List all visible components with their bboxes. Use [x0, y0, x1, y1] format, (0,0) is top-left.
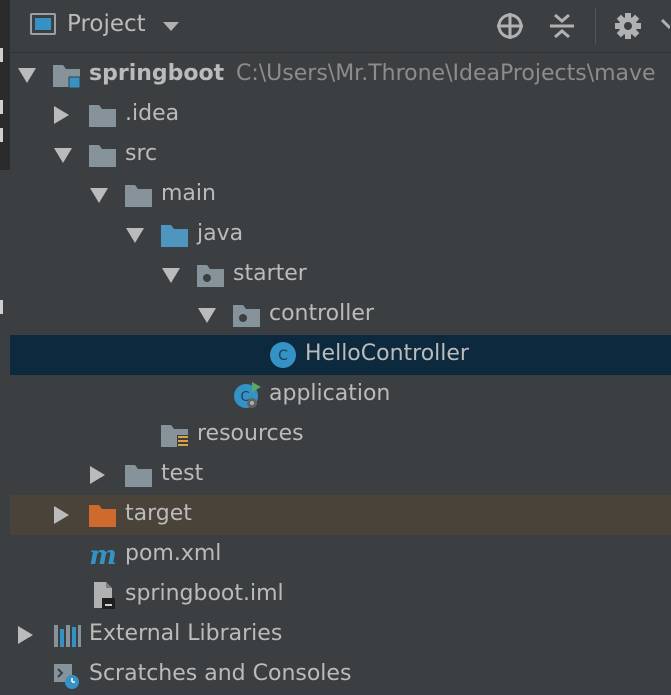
tree-row-test[interactable]: test	[10, 455, 671, 495]
expand-arrow-icon[interactable]	[54, 506, 69, 524]
svg-text:m: m	[89, 541, 117, 569]
tree-row-controller[interactable]: controller	[10, 295, 671, 335]
left-tool-strip	[0, 0, 10, 687]
tree-label-idea: .idea	[125, 101, 180, 126]
package-icon	[232, 301, 262, 329]
tree-label-resources: resources	[197, 421, 304, 446]
folder-icon	[124, 461, 154, 489]
tree-row-springboot[interactable]: springboot C:\Users\Mr.Throne\IdeaProjec…	[10, 55, 671, 95]
source-folder-icon	[160, 221, 190, 249]
left-strip-marker	[0, 300, 3, 314]
dropdown-caret-icon[interactable]	[163, 22, 179, 31]
tree-label-scratches: Scratches and Consoles	[89, 661, 352, 686]
project-path: C:\Users\Mr.Throne\IdeaProjects\mave	[236, 61, 656, 86]
tree-label-target: target	[125, 501, 192, 526]
tree-row-starter[interactable]: starter	[10, 255, 671, 295]
tree-label-controller: controller	[269, 301, 374, 326]
iml-file-icon	[90, 581, 120, 609]
left-strip-marker	[0, 100, 3, 114]
svg-text:C: C	[278, 348, 288, 364]
tree-row-src[interactable]: src	[10, 135, 671, 175]
tree-label-application: application	[269, 381, 391, 406]
spring-boot-class-icon: C	[232, 381, 262, 409]
excluded-folder-icon	[88, 501, 118, 529]
project-tree: springboot C:\Users\Mr.Throne\IdeaProjec…	[10, 55, 671, 695]
tree-row-iml[interactable]: springboot.iml	[10, 575, 671, 615]
tree-label-test: test	[161, 461, 204, 486]
toolbar-separator	[595, 8, 596, 44]
library-icon	[52, 621, 82, 649]
tree-label-main: main	[161, 181, 216, 206]
maven-icon: m	[88, 541, 118, 571]
tree-label-hellocontroller: HelloController	[305, 341, 469, 366]
package-icon	[196, 261, 226, 289]
expand-arrow-icon[interactable]	[162, 268, 180, 283]
expand-arrow-icon[interactable]	[18, 68, 36, 83]
tree-label-src: src	[125, 141, 158, 166]
settings-gear-icon[interactable]	[612, 10, 644, 42]
module-folder-icon	[52, 61, 82, 89]
folder-icon	[124, 181, 154, 209]
tree-label-pom: pom.xml	[125, 541, 222, 566]
left-strip-marker	[0, 128, 3, 142]
project-toolbar: Project	[10, 0, 671, 53]
tree-row-pom[interactable]: m pom.xml	[10, 535, 671, 575]
expand-arrow-icon[interactable]	[90, 188, 108, 203]
tree-row-external-libraries[interactable]: External Libraries	[10, 615, 671, 655]
left-strip-panel	[0, 0, 10, 170]
scratches-icon	[52, 661, 82, 689]
tree-label-java: java	[197, 221, 244, 246]
locate-icon[interactable]	[494, 10, 526, 42]
tree-label-springboot: springboot	[89, 61, 225, 86]
toolbar-overflow	[660, 10, 670, 42]
collapse-all-icon[interactable]	[546, 10, 578, 42]
folder-icon	[88, 101, 118, 129]
tree-row-main[interactable]: main	[10, 175, 671, 215]
expand-arrow-icon[interactable]	[126, 228, 144, 243]
tree-row-idea[interactable]: .idea	[10, 95, 671, 135]
tree-row-java[interactable]: java	[10, 215, 671, 255]
window-icon	[30, 13, 56, 35]
expand-arrow-icon[interactable]	[90, 466, 105, 484]
folder-icon	[88, 141, 118, 169]
java-class-icon: C	[268, 341, 298, 369]
tree-label-external-libraries: External Libraries	[89, 621, 283, 646]
tree-row-scratches[interactable]: Scratches and Consoles	[10, 655, 671, 695]
expand-arrow-icon[interactable]	[54, 148, 72, 163]
tree-row-resources[interactable]: resources	[10, 415, 671, 455]
tree-row-hellocontroller[interactable]: C HelloController	[10, 335, 671, 375]
expand-arrow-icon[interactable]	[198, 308, 216, 323]
expand-arrow-icon[interactable]	[54, 106, 69, 124]
tree-label-iml: springboot.iml	[125, 581, 284, 606]
resources-folder-icon	[160, 421, 190, 449]
project-view-title[interactable]: Project	[67, 11, 146, 37]
tree-row-application[interactable]: C application	[10, 375, 671, 415]
tree-row-target[interactable]: target	[10, 495, 671, 535]
expand-arrow-icon[interactable]	[18, 626, 33, 644]
tree-label-starter: starter	[233, 261, 307, 286]
left-strip-marker	[0, 48, 3, 62]
